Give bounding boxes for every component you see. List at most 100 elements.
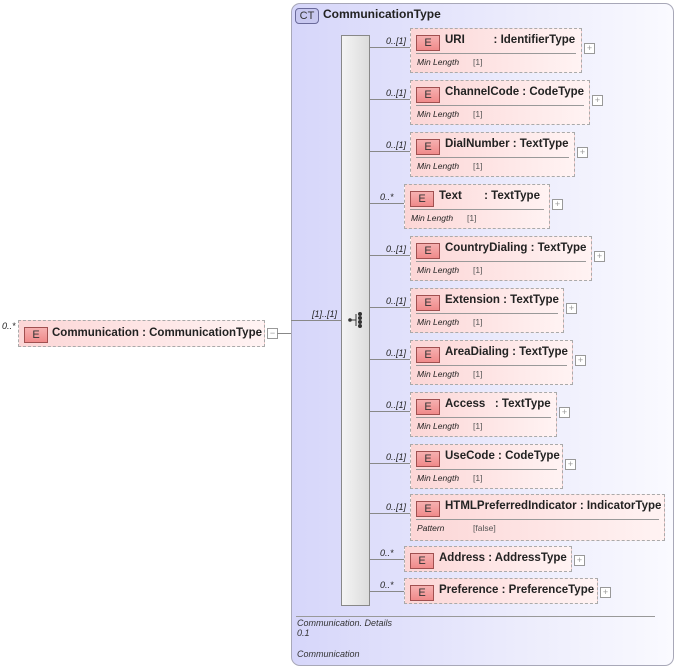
expand-icon[interactable]: + [592, 95, 603, 106]
element-name: DialNumber : TextType [445, 138, 569, 150]
connector [370, 203, 404, 204]
element-name: HTMLPreferredIndicator : IndicatorType [445, 500, 662, 512]
facet-label: Min Length [417, 57, 460, 67]
sequence-icon [348, 312, 362, 328]
element-name: Extension : TextType [445, 294, 559, 306]
element-name: Text : TextType [439, 190, 540, 202]
facet-divider [416, 53, 576, 54]
facet-value: [1] [473, 473, 483, 483]
connector [370, 151, 410, 152]
element-badge: E [24, 327, 48, 343]
expand-icon[interactable]: + [559, 407, 570, 418]
connector [370, 359, 410, 360]
element-badge: E [416, 139, 440, 155]
element-name: Communication : CommunicationType [52, 327, 262, 339]
footer-documentation: Communication. Details [297, 618, 393, 628]
element-name: CountryDialing : TextType [445, 242, 587, 254]
connector [370, 47, 410, 48]
footer-divider [296, 616, 655, 617]
child-cardinality: 0..[1] [386, 88, 407, 98]
element-name: UseCode : CodeType [445, 450, 560, 462]
element-badge: E [416, 243, 440, 259]
element-badge: E [410, 553, 434, 569]
element-name: ChannelCode : CodeType [445, 86, 585, 98]
expand-icon[interactable]: + [574, 555, 585, 566]
element-channelcode[interactable]: E ChannelCode : CodeType Min Length [1] [410, 80, 590, 125]
element-usecode[interactable]: E UseCode : CodeType Min Length [1] [410, 444, 563, 489]
child-cardinality: 0..[1] [386, 36, 407, 46]
root-cardinality: 0..* [2, 321, 16, 331]
element-extension[interactable]: E Extension : TextType Min Length [1] [410, 288, 564, 333]
element-badge: E [416, 87, 440, 103]
sequence-cardinality: [1]..[1] [312, 309, 338, 319]
element-name: AreaDialing : TextType [445, 346, 568, 358]
facet-divider [416, 417, 551, 418]
element-countrydialing[interactable]: E CountryDialing : TextType Min Length [… [410, 236, 592, 281]
facet-label: Min Length [417, 265, 460, 275]
facet-value: [1] [473, 421, 483, 431]
child-cardinality: 0..* [380, 580, 394, 590]
connector [370, 99, 410, 100]
expand-icon[interactable]: + [575, 355, 586, 366]
facet-divider [416, 469, 557, 470]
element-badge: E [416, 399, 440, 415]
connector [370, 411, 410, 412]
footer-name: Communication [297, 649, 360, 659]
facet-label: Min Length [417, 109, 460, 119]
connector [370, 591, 404, 592]
expand-icon[interactable]: + [577, 147, 588, 158]
element-htmlpreferredindicator[interactable]: E HTMLPreferredIndicator : IndicatorType… [410, 494, 665, 541]
element-dialnumber[interactable]: E DialNumber : TextType Min Length [1] [410, 132, 575, 177]
element-areadialing[interactable]: E AreaDialing : TextType Min Length [1] [410, 340, 573, 385]
facet-divider [416, 105, 584, 106]
element-uri[interactable]: E URI : IdentifierType Min Length [1] [410, 28, 582, 73]
element-name: Address : AddressType [439, 552, 567, 564]
child-cardinality: 0..[1] [386, 502, 407, 512]
element-text[interactable]: E Text : TextType Min Length [1] [404, 184, 550, 229]
expand-icon[interactable]: + [594, 251, 605, 262]
facet-label: Min Length [417, 161, 460, 171]
facet-value: [1] [473, 109, 483, 119]
child-cardinality: 0..[1] [386, 452, 407, 462]
element-access[interactable]: E Access : TextType Min Length [1] [410, 392, 557, 437]
child-cardinality: 0..* [380, 548, 394, 558]
expand-icon[interactable]: + [584, 43, 595, 54]
facet-divider [416, 365, 567, 366]
facet-value: [1] [473, 265, 483, 275]
connector [370, 559, 404, 560]
root-element-communication[interactable]: E Communication : CommunicationType [18, 320, 265, 347]
connector [277, 333, 291, 334]
element-badge: E [416, 347, 440, 363]
element-name: URI : IdentifierType [445, 34, 576, 46]
expand-icon[interactable]: + [565, 459, 576, 470]
expand-icon[interactable]: + [600, 587, 611, 598]
facet-value: [1] [467, 213, 477, 223]
expand-icon[interactable]: + [552, 199, 563, 210]
child-cardinality: 0..[1] [386, 140, 407, 150]
child-cardinality: 0..[1] [386, 244, 407, 254]
complex-type-title: CommunicationType [323, 7, 441, 21]
facet-value: [1] [473, 57, 483, 67]
facet-divider [416, 157, 569, 158]
element-preference[interactable]: E Preference : PreferenceType [404, 578, 598, 604]
facet-label: Pattern [417, 523, 445, 533]
connector [291, 320, 341, 321]
element-address[interactable]: E Address : AddressType [404, 546, 572, 572]
child-cardinality: 0..[1] [386, 400, 407, 410]
facet-label: Min Length [411, 213, 454, 223]
child-cardinality: 0..* [380, 192, 394, 202]
facet-divider [416, 313, 558, 314]
expand-icon[interactable]: + [566, 303, 577, 314]
element-badge: E [410, 191, 434, 207]
facet-divider [416, 519, 659, 520]
element-badge: E [416, 451, 440, 467]
connector [370, 255, 410, 256]
connector [370, 463, 410, 464]
facet-label: Min Length [417, 473, 460, 483]
facet-value: [1] [473, 369, 483, 379]
complex-type-badge: CT [295, 8, 319, 24]
element-badge: E [416, 501, 440, 517]
facet-divider [410, 209, 544, 210]
facet-label: Min Length [417, 421, 460, 431]
element-badge: E [410, 585, 434, 601]
